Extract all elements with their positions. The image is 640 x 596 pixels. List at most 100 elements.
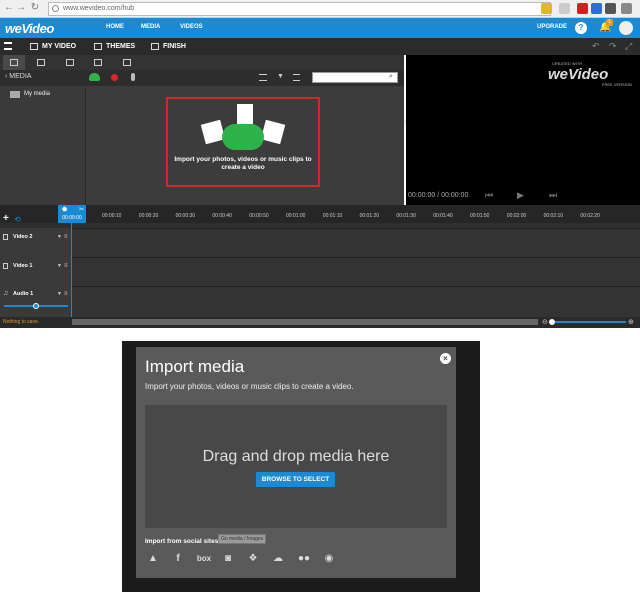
snap-icon[interactable]: ⟲ <box>14 215 21 224</box>
track-options-icon[interactable]: ▼ <box>57 291 62 297</box>
music-note-icon: ♫ <box>3 290 9 297</box>
track-audio-1[interactable] <box>0 286 640 317</box>
track-label: Audio 1 <box>13 291 34 297</box>
tab-media-folder[interactable] <box>3 55 25 70</box>
drag-drop-zone[interactable] <box>145 405 447 528</box>
track-label: Video 1 <box>13 263 33 269</box>
zoom-in-icon[interactable]: ⊕ <box>628 318 634 326</box>
avatar[interactable] <box>619 21 633 35</box>
sort-icon[interactable] <box>293 74 300 81</box>
redo-icon[interactable]: ↷ <box>609 41 617 52</box>
folder-icon <box>10 59 18 66</box>
upgrade-link[interactable]: UPGRADE <box>537 24 567 30</box>
bookmark-icon[interactable] <box>559 3 570 14</box>
text-icon <box>94 59 102 66</box>
mic-icon[interactable] <box>131 73 135 81</box>
watermark-logo: weVideo <box>548 66 609 83</box>
list-view-icon[interactable] <box>259 74 267 81</box>
record-icon[interactable] <box>111 74 118 81</box>
back-icon[interactable]: ← <box>4 2 14 13</box>
extension-icon[interactable] <box>541 3 552 14</box>
browse-button[interactable]: BROWSE TO SELECT <box>256 472 335 487</box>
wand-icon <box>94 43 102 50</box>
playhead-line <box>71 223 72 317</box>
box-icon[interactable]: box <box>194 552 214 566</box>
layers-icon <box>37 59 45 66</box>
track-video-2[interactable] <box>0 228 640 257</box>
volume-slider-handle[interactable] <box>33 303 39 309</box>
folder-icon <box>10 91 20 98</box>
instagram-icon[interactable]: ◙ <box>221 552 235 566</box>
nav-home[interactable]: HOME <box>106 24 124 30</box>
brand-sub: FREE VERSION <box>602 82 632 87</box>
film-strip-icon <box>237 104 253 124</box>
undo-icon[interactable]: ↶ <box>592 41 600 52</box>
track-video-1[interactable] <box>0 257 640 286</box>
reload-icon[interactable]: ↻ <box>30 2 40 13</box>
tab-themes-label: THEMES <box>106 43 136 50</box>
ruler-tick-label: 00:02:10 <box>543 213 564 219</box>
ruler-tick-label: 00:00:30 <box>175 213 196 219</box>
close-icon[interactable]: × <box>440 353 451 364</box>
split-icon[interactable]: ✂ <box>79 206 84 213</box>
search-input[interactable] <box>312 72 398 83</box>
hamburger-icon[interactable] <box>4 42 12 50</box>
zoom-out-icon[interactable]: ⊖ <box>542 318 548 326</box>
social-import-label: Import from social sites: <box>145 538 221 545</box>
cloud-upload-icon[interactable] <box>89 73 100 81</box>
help-icon[interactable]: ? <box>575 22 587 34</box>
adblock-icon[interactable] <box>577 3 588 14</box>
ruler-tick-label: 00:00:10 <box>102 213 122 219</box>
picasa-icon[interactable]: ◉ <box>322 552 336 566</box>
track-options-icon[interactable]: ▼ <box>57 263 62 269</box>
tab-finish[interactable]: FINISH <box>151 38 186 55</box>
media-back-button[interactable]: ‹ MEDIA <box>5 73 31 80</box>
video-track-icon <box>3 263 8 269</box>
google-drive-icon[interactable]: ▲ <box>146 552 160 566</box>
address-bar[interactable]: www.wevideo.com/hub <box>48 2 551 16</box>
flickr-icon[interactable]: ●● <box>297 552 311 566</box>
dialog-subtitle: Import your photos, videos or music clip… <box>145 382 354 391</box>
onedrive-icon[interactable]: ☁ <box>271 552 285 566</box>
tab-transitions[interactable] <box>59 55 81 70</box>
save-status: Nothing to save. <box>3 319 40 325</box>
tab-themes[interactable]: THEMES <box>94 38 135 55</box>
extension-icon-2[interactable] <box>605 3 616 14</box>
menu-icon[interactable] <box>621 3 632 14</box>
nav-videos[interactable]: VIDEOS <box>180 24 203 30</box>
facebook-icon[interactable]: f <box>171 552 185 566</box>
zoom-slider-handle[interactable] <box>549 319 555 325</box>
track-label: Video 2 <box>13 234 33 240</box>
dropbox-icon[interactable]: ❖ <box>246 552 260 566</box>
track-menu-icon[interactable]: ≡ <box>64 234 68 240</box>
zoom-slider[interactable] <box>552 321 626 323</box>
site-info-icon <box>52 5 59 12</box>
add-track-icon[interactable]: + <box>3 213 9 224</box>
ruler-tick-label: 00:01:50 <box>470 213 490 219</box>
fullscreen-icon[interactable]: ⤢ <box>625 41 632 52</box>
tab-my-video[interactable]: MY VIDEO <box>30 38 76 55</box>
skip-back-icon[interactable]: ⏮ <box>485 190 493 201</box>
download-icon[interactable] <box>591 3 602 14</box>
track-header <box>0 228 72 257</box>
video-track-icon <box>3 234 8 240</box>
timeline-scrollbar[interactable] <box>72 319 538 325</box>
forward-icon[interactable]: → <box>16 2 26 13</box>
track-menu-icon[interactable]: ≡ <box>64 263 68 269</box>
marker-icon[interactable]: ⬟ <box>62 206 67 213</box>
tab-graphics[interactable] <box>116 55 138 70</box>
logo[interactable]: weVideo <box>5 21 54 36</box>
folder-my-media[interactable]: My media <box>10 91 50 98</box>
notification-badge: 1 <box>606 19 613 26</box>
tab-my-video-label: MY VIDEO <box>42 43 77 50</box>
track-menu-icon[interactable]: ≡ <box>64 291 68 297</box>
skip-forward-icon[interactable]: ⏭ <box>549 190 557 201</box>
play-icon[interactable]: ▶ <box>517 190 524 201</box>
tooltip: Go media / Images <box>218 534 267 544</box>
track-options-icon[interactable]: ▼ <box>57 234 62 240</box>
tab-text[interactable] <box>87 55 109 70</box>
tab-layers[interactable] <box>30 55 52 70</box>
nav-media[interactable]: MEDIA <box>141 24 160 30</box>
url-text: www.wevideo.com/hub <box>63 5 135 12</box>
filter-icon[interactable]: ▼ <box>277 73 284 80</box>
